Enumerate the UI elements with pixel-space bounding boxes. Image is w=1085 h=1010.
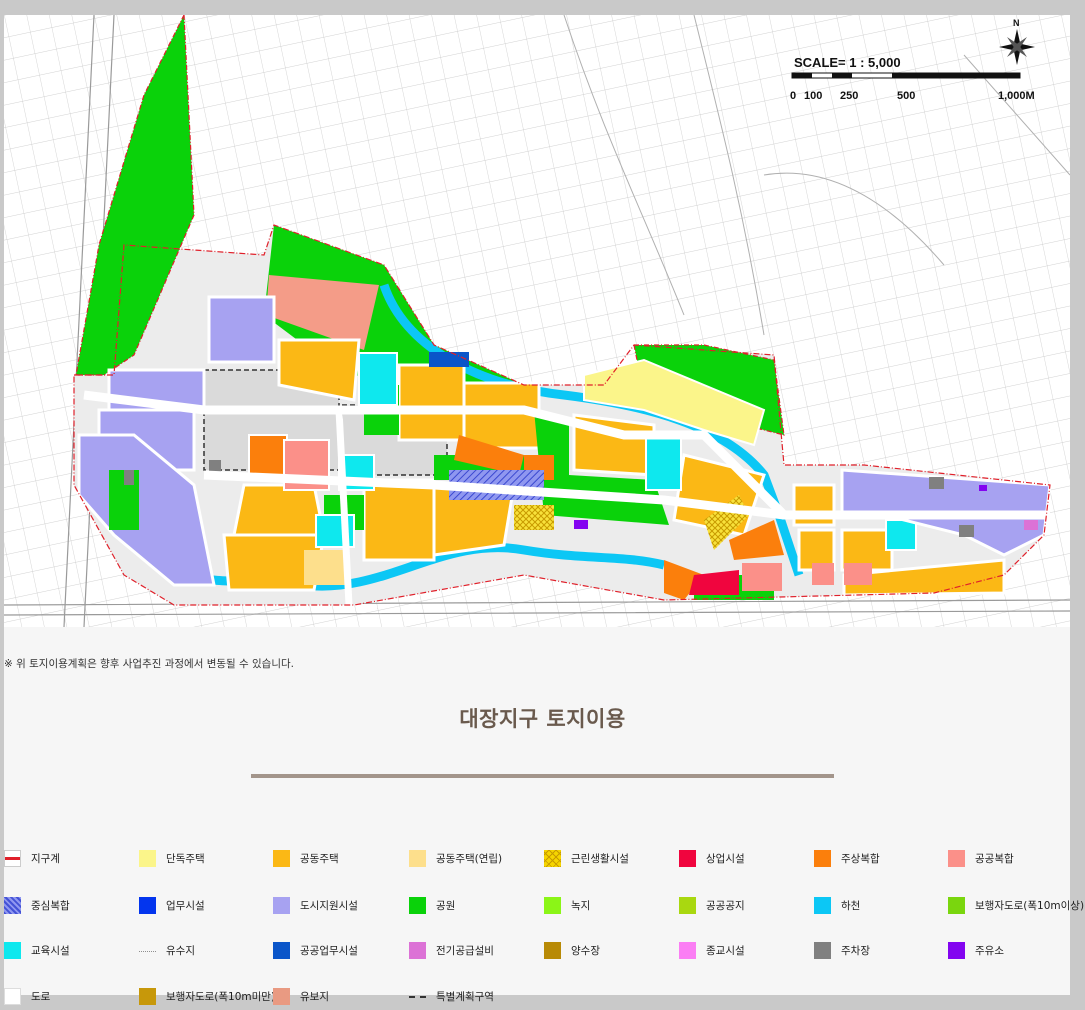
legend-item: 도로 — [4, 986, 50, 1006]
scale-tick-100: 100 — [804, 90, 822, 102]
legend-label: 종교시설 — [706, 944, 745, 957]
legend-swatch-icon — [273, 849, 290, 867]
legend-item: 지구계 — [4, 848, 60, 868]
legend-swatch-icon — [4, 987, 21, 1005]
legend-label: 단독주택 — [166, 852, 205, 865]
legend-item: 업무시설 — [139, 895, 205, 915]
legend-label: 공공복합 — [975, 852, 1014, 865]
legend-item: 교육시설 — [4, 940, 70, 960]
legend-swatch-icon — [139, 987, 156, 1005]
scale-tick-0: 0 — [790, 90, 796, 102]
legend-label: 양수장 — [571, 944, 600, 957]
legend-label: 보행자도로(폭10m미만) — [166, 990, 276, 1003]
scale-tick-1000: 1,000M — [998, 90, 1035, 102]
legend-label: 주상복합 — [841, 852, 880, 865]
legend-swatch-icon — [814, 849, 831, 867]
legend-swatch-icon — [139, 896, 156, 914]
legend-item: 보행자도로(폭10m미만) — [139, 986, 275, 1006]
legend-swatch-icon — [679, 896, 696, 914]
legend-label: 공원 — [436, 899, 456, 912]
legend-item: 공원 — [409, 895, 455, 915]
legend-item: 주상복합 — [814, 848, 880, 868]
legend-label: 녹지 — [571, 899, 591, 912]
legend-swatch-icon — [544, 941, 561, 959]
notice-text: ※ 위 토지이용계획은 향후 사업추진 과정에서 변동될 수 있습니다. — [4, 658, 294, 670]
legend-label: 교육시설 — [31, 944, 70, 957]
legend-swatch-icon — [273, 987, 290, 1005]
legend-label: 업무시설 — [166, 899, 205, 912]
legend-swatch-icon — [948, 941, 965, 959]
legend-swatch-icon — [814, 896, 831, 914]
legend-item: 공공업무시설 — [273, 940, 358, 960]
legend-item: 녹지 — [544, 895, 590, 915]
legend-label: 공공공지 — [706, 899, 745, 912]
legend-label: 공동주택 — [300, 852, 339, 865]
legend-swatch-icon — [409, 988, 426, 998]
legend-item: 특별계획구역 — [409, 986, 494, 1006]
legend-swatch-icon — [948, 896, 965, 914]
legend-label: 유보지 — [300, 990, 329, 1003]
legend-item: 공공복합 — [948, 848, 1014, 868]
scale-tick-500: 500 — [897, 90, 915, 102]
legend-label: 지구계 — [31, 852, 60, 865]
legend-label: 특별계획구역 — [436, 990, 494, 1003]
legend-label: 보행자도로(폭10m이상) — [975, 899, 1085, 912]
legend-item: 유수지 — [139, 940, 195, 960]
scale-label: SCALE= 1 : 5,000 — [794, 55, 901, 70]
legend-item: 공공공지 — [679, 895, 745, 915]
legend-swatch-icon — [273, 941, 290, 959]
legend-item: 도시지원시설 — [273, 895, 358, 915]
legend-label: 유수지 — [166, 944, 195, 957]
north-label: N — [1013, 18, 1020, 28]
legend-swatch-icon — [409, 849, 426, 867]
legend-swatch-icon — [273, 896, 290, 914]
legend-item: 보행자도로(폭10m이상) — [948, 895, 1084, 915]
legend-swatch-icon — [814, 941, 831, 959]
legend-item: 근린생활시설 — [544, 848, 629, 868]
legend-swatch-icon — [948, 849, 965, 867]
legend-swatch-icon — [544, 896, 561, 914]
legend-item: 전기공급설비 — [409, 940, 494, 960]
legend-label: 상업시설 — [706, 852, 745, 865]
legend-swatch-icon — [679, 941, 696, 959]
legend-swatch-icon — [139, 849, 156, 867]
legend-swatch-icon — [544, 849, 561, 867]
legend-item: 주차장 — [814, 940, 870, 960]
legend-label: 근린생활시설 — [571, 852, 629, 865]
scale-tick-250: 250 — [840, 90, 858, 102]
legend-label: 중심복합 — [31, 899, 70, 912]
legend-swatch-icon — [679, 849, 696, 867]
legend-swatch-icon — [409, 896, 426, 914]
legend-item: 유보지 — [273, 986, 329, 1006]
legend-label: 공동주택(연립) — [436, 852, 503, 865]
legend-label: 하천 — [841, 899, 861, 912]
legend-label: 공공업무시설 — [300, 944, 358, 957]
legend-item: 상업시설 — [679, 848, 745, 868]
legend-swatch-icon — [4, 849, 21, 867]
legend-label: 주차장 — [841, 944, 870, 957]
legend-label: 도로 — [31, 990, 51, 1003]
legend-item: 공동주택(연립) — [409, 848, 502, 868]
legend-item: 종교시설 — [679, 940, 745, 960]
legend-item: 중심복합 — [4, 895, 70, 915]
legend-label: 전기공급설비 — [436, 944, 494, 957]
legend-label: 주유소 — [975, 944, 1004, 957]
land-use-map-svg: SCALE= 1 : 5,000 0 100 250 500 1,000M N — [4, 15, 1070, 627]
legend-swatch-icon — [4, 941, 21, 959]
legend-item: 하천 — [814, 895, 860, 915]
legend-item: 양수장 — [544, 940, 600, 960]
legend-swatch-icon — [139, 942, 156, 952]
land-use-map: SCALE= 1 : 5,000 0 100 250 500 1,000M N — [4, 15, 1070, 627]
legend-item: 주유소 — [948, 940, 1004, 960]
legend-label: 도시지원시설 — [300, 899, 358, 912]
title-divider — [251, 774, 834, 778]
legend-item: 단독주택 — [139, 848, 205, 868]
legend-swatch-icon — [4, 896, 21, 914]
page-title: 대장지구 토지이용 — [459, 707, 626, 731]
legend-swatch-icon — [409, 941, 426, 959]
legend-item: 공동주택 — [273, 848, 339, 868]
